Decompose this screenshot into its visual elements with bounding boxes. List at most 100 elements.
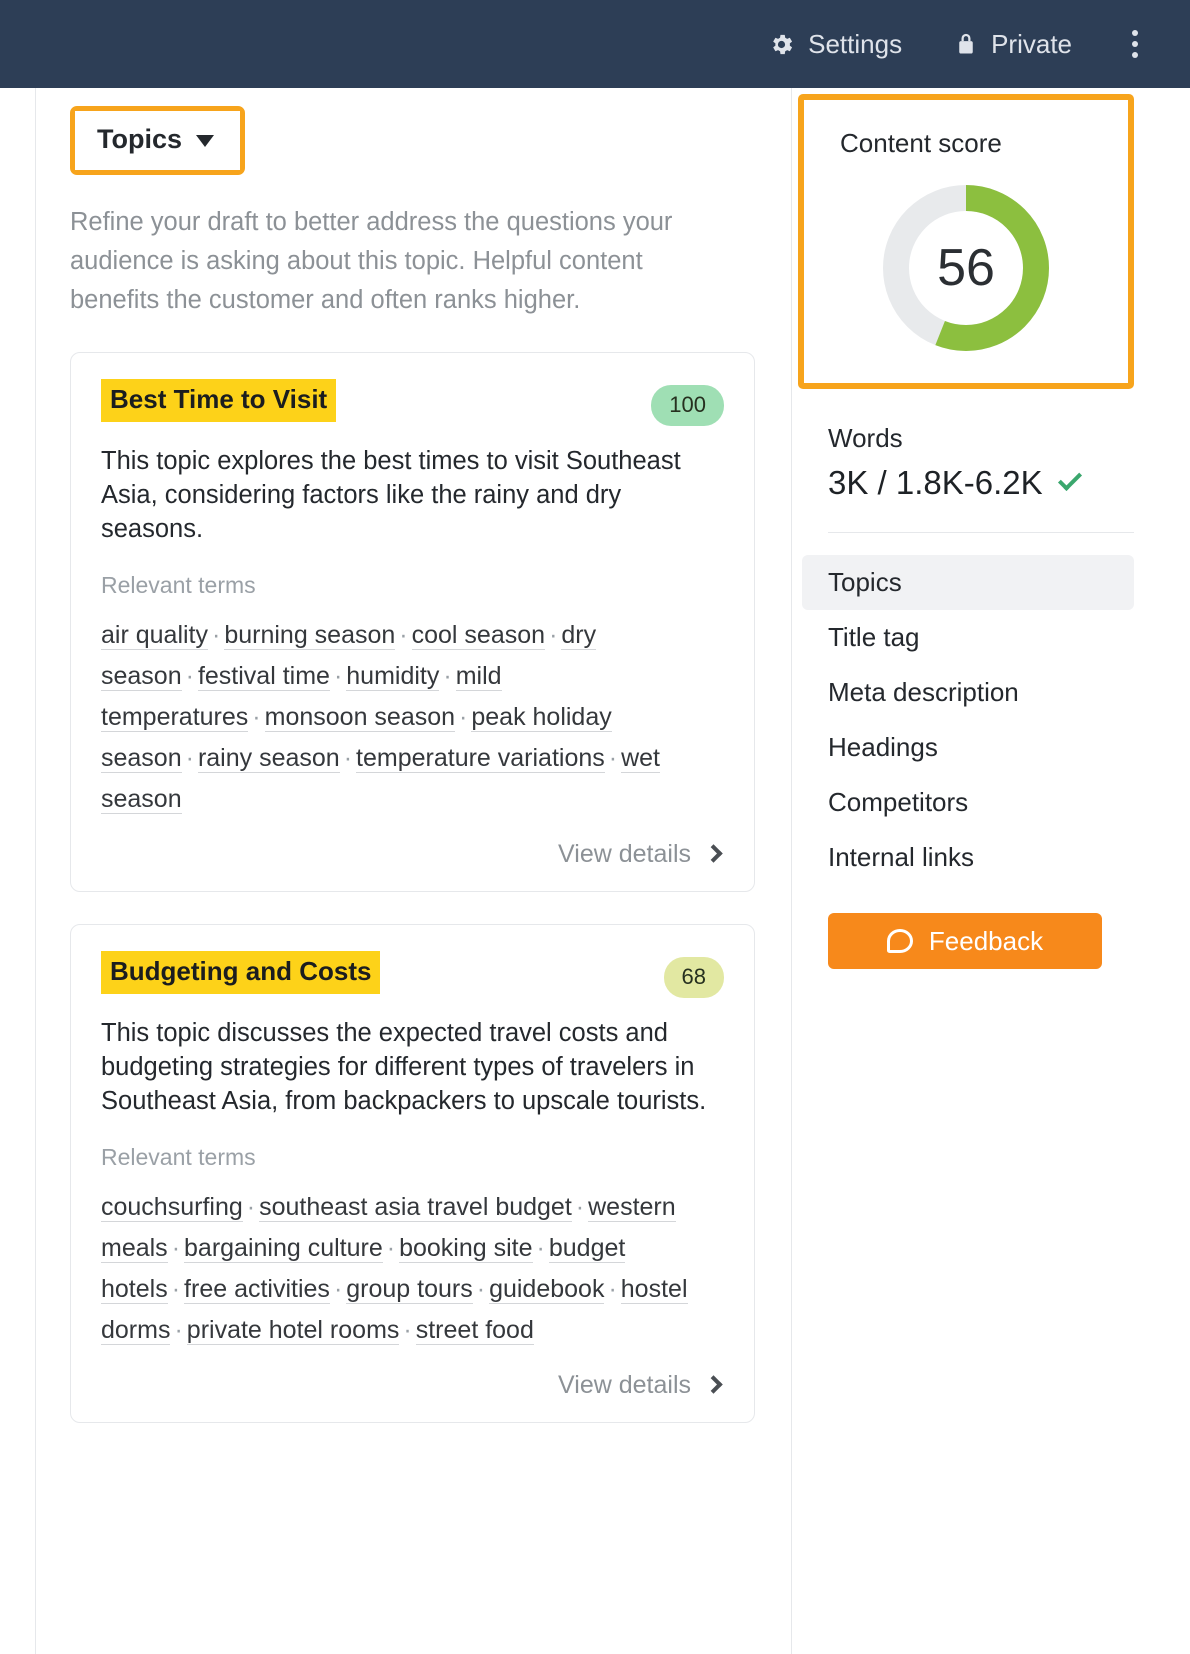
privacy-label: Private bbox=[991, 28, 1072, 59]
topic-card: Best Time to Visit 100 This topic explores… bbox=[70, 352, 755, 892]
topics-dropdown-highlight: Topics bbox=[70, 106, 246, 175]
relevant-term[interactable]: free activities bbox=[184, 1275, 330, 1304]
relevant-term[interactable]: rainy season bbox=[197, 744, 340, 773]
kebab-dot bbox=[1132, 52, 1138, 58]
relevant-term[interactable]: street food bbox=[415, 1316, 534, 1345]
content-score-value: 56 bbox=[937, 239, 995, 297]
chevron-right-icon bbox=[704, 844, 723, 863]
top-bar: Settings Private bbox=[0, 0, 1190, 88]
content-score-highlight: Content score 56 bbox=[798, 94, 1134, 389]
relevant-term[interactable]: southeast asia travel budget bbox=[259, 1193, 572, 1222]
topic-card-title: Best Time to Visit bbox=[101, 379, 337, 423]
kebab-dot bbox=[1132, 41, 1138, 47]
sidebar-item-headings[interactable]: Headings bbox=[802, 720, 1134, 775]
relevant-term[interactable]: guidebook bbox=[489, 1275, 605, 1304]
relevant-term[interactable]: group tours bbox=[346, 1275, 473, 1304]
relevant-terms-label: Relevant terms bbox=[101, 1144, 256, 1170]
view-details-label: View details bbox=[558, 840, 691, 868]
topic-card-title: Budgeting and Costs bbox=[101, 951, 381, 995]
relevant-term[interactable]: humidity bbox=[346, 662, 440, 691]
term-separator: · bbox=[459, 703, 468, 731]
settings-button[interactable]: Settings bbox=[768, 29, 902, 60]
term-separator: · bbox=[212, 621, 221, 649]
words-value-row: 3K / 1.8K-6.2K bbox=[828, 464, 1162, 502]
panel-intro-text: Refine your draft to better address the … bbox=[70, 208, 673, 314]
relevant-term[interactable]: air quality bbox=[101, 621, 208, 650]
term-separator: · bbox=[333, 662, 343, 690]
sidebar-divider bbox=[828, 532, 1134, 533]
relevant-terms-list: couchsurfing · southeast asia travel budge… bbox=[101, 1187, 701, 1351]
relevant-term[interactable]: cool season bbox=[411, 621, 546, 650]
check-icon bbox=[1057, 466, 1082, 492]
chevron-right-icon bbox=[704, 1375, 723, 1394]
kebab-dot bbox=[1132, 30, 1138, 36]
term-separator: · bbox=[171, 1275, 181, 1303]
content-score-gauge: 56 bbox=[804, 179, 1128, 357]
view-details-label: View details bbox=[558, 1371, 691, 1399]
term-separator: · bbox=[333, 1275, 343, 1303]
feedback-label: Feedback bbox=[928, 925, 1044, 956]
relevant-terms-list: air quality · burning season · cool season · d… bbox=[101, 615, 701, 820]
view-details-link[interactable]: View details bbox=[101, 840, 724, 869]
words-metric: Words 3K / 1.8K-6.2K bbox=[792, 389, 1162, 502]
topic-score-badge: 100 bbox=[651, 385, 724, 426]
relevant-term[interactable]: temperature variations bbox=[356, 744, 605, 773]
term-separator: · bbox=[171, 1234, 181, 1262]
term-separator: · bbox=[252, 703, 261, 731]
term-separator: · bbox=[476, 1275, 486, 1303]
term-separator: · bbox=[399, 621, 408, 649]
relevant-term[interactable]: private hotel rooms bbox=[186, 1316, 400, 1345]
topics-dropdown[interactable]: Topics bbox=[75, 111, 241, 170]
term-separator: · bbox=[386, 1234, 396, 1262]
content-score-title: Content score bbox=[840, 128, 1002, 158]
sidebar-item-title-tag[interactable]: Title tag bbox=[802, 610, 1134, 665]
term-separator: · bbox=[575, 1193, 585, 1221]
relevant-term[interactable]: monsoon season bbox=[264, 703, 456, 732]
speech-bubble-icon bbox=[886, 929, 913, 953]
sidebar-nav: Topics Title tag Meta description Headings C… bbox=[792, 555, 1162, 885]
term-separator: · bbox=[185, 662, 194, 690]
relevant-term[interactable]: couchsurfing bbox=[101, 1193, 243, 1222]
term-separator: · bbox=[608, 744, 618, 772]
relevant-term[interactable]: bargaining culture bbox=[184, 1234, 383, 1263]
topics-panel: Topics Refine your draft to better addre… bbox=[36, 88, 792, 1654]
chevron-down-icon bbox=[196, 135, 215, 147]
settings-label: Settings bbox=[808, 28, 903, 59]
term-separator: · bbox=[536, 1234, 545, 1262]
lock-icon bbox=[959, 33, 973, 53]
term-separator: · bbox=[549, 621, 558, 649]
term-separator: · bbox=[608, 1275, 617, 1303]
overflow-menu-button[interactable] bbox=[1124, 26, 1146, 62]
privacy-button[interactable]: Private bbox=[954, 29, 1072, 60]
topics-dropdown-label: Topics bbox=[97, 124, 183, 154]
relevant-term[interactable]: booking site bbox=[399, 1234, 533, 1263]
topic-card-description: This topic explores the best times to vi… bbox=[101, 447, 681, 543]
feedback-button[interactable]: Feedback bbox=[828, 913, 1102, 969]
topic-card-list: Best Time to Visit 100 This topic explores… bbox=[70, 352, 755, 1423]
topic-card-header: Budgeting and Costs 68 bbox=[101, 951, 724, 998]
topic-card: Budgeting and Costs 68 This topic discusse… bbox=[70, 924, 755, 1423]
relevant-term[interactable]: burning season bbox=[224, 621, 396, 650]
view-details-link[interactable]: View details bbox=[101, 1371, 724, 1400]
term-separator: · bbox=[443, 662, 452, 690]
content-score-sidebar: Content score 56 Words 3K / 1.8K-6.2K To… bbox=[792, 88, 1190, 1654]
topic-card-description: This topic discusses the expected travel… bbox=[101, 1019, 707, 1115]
sidebar-item-topics[interactable]: Topics bbox=[802, 555, 1134, 610]
relevant-term[interactable]: festival time bbox=[197, 662, 330, 691]
sidebar-item-internal-links[interactable]: Internal links bbox=[802, 830, 1134, 885]
term-separator: · bbox=[343, 744, 353, 772]
page-body: Topics Refine your draft to better addre… bbox=[0, 88, 1190, 1654]
term-separator: · bbox=[174, 1316, 183, 1344]
words-value: 3K / 1.8K-6.2K bbox=[828, 464, 1043, 501]
term-separator: · bbox=[403, 1316, 412, 1344]
sidebar-item-competitors[interactable]: Competitors bbox=[802, 775, 1134, 830]
term-separator: · bbox=[246, 1193, 256, 1221]
relevant-terms-label: Relevant terms bbox=[101, 572, 256, 598]
gear-icon bbox=[773, 34, 793, 54]
words-label: Words bbox=[828, 423, 903, 453]
term-separator: · bbox=[185, 744, 194, 772]
topic-card-header: Best Time to Visit 100 bbox=[101, 379, 724, 426]
left-rail bbox=[0, 88, 36, 1654]
topic-score-badge: 68 bbox=[663, 957, 724, 998]
sidebar-item-meta-description[interactable]: Meta description bbox=[802, 665, 1134, 720]
